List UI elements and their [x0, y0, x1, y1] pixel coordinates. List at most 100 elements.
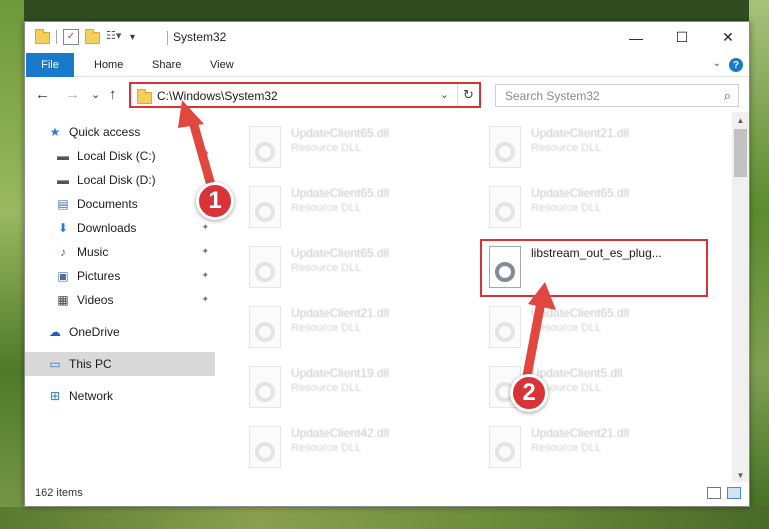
sidebar-item-label: Quick access [69, 125, 141, 139]
file-item[interactable]: UpdateClient65.dll Resource DLL [219, 240, 439, 290]
details-view-icon[interactable] [707, 487, 721, 499]
file-item[interactable]: UpdateClient5.dll Resource DLL [459, 360, 679, 410]
sidebar-item-network[interactable]: ⊞ Network [25, 384, 215, 408]
tab-file[interactable]: File [26, 53, 74, 77]
file-type: Resource DLL [531, 142, 602, 154]
file-type: Resource DLL [291, 202, 362, 214]
refresh-button[interactable]: ↻ [457, 84, 479, 106]
sidebar-item-label: This PC [69, 357, 112, 371]
target-file-highlight [480, 239, 708, 297]
file-item[interactable]: UpdateClient65.dll Resource DLL [219, 120, 439, 170]
customize-toolbar-icon[interactable]: ☷▾ [106, 29, 122, 45]
status-bar: 162 items [25, 482, 749, 506]
vertical-scrollbar[interactable]: ▲ ▼ [732, 112, 749, 484]
sidebar-item-downloads[interactable]: ⬇ Downloads ✦ [25, 216, 215, 240]
minimize-button[interactable]: — [613, 22, 659, 53]
help-icon[interactable]: ? [729, 58, 743, 72]
expand-ribbon-icon[interactable]: ⌄ [713, 58, 721, 69]
file-list: UpdateClient65.dll Resource DLL UpdateCl… [219, 116, 733, 480]
gear-icon [255, 442, 275, 462]
sidebar-item-label: Videos [77, 293, 114, 307]
navigation-pane: ★ Quick access ▬ Local Disk (C:) 📌 ▬ Loc… [25, 118, 217, 478]
sidebar-item-label: OneDrive [69, 325, 120, 339]
properties-icon[interactable]: ✓ [63, 29, 79, 45]
back-button[interactable]: ← [35, 86, 50, 103]
window-title: System32 [173, 30, 227, 44]
sidebar-item-pictures[interactable]: ▣ Pictures ✦ [25, 264, 215, 288]
address-path[interactable]: C:\Windows\System32 [157, 89, 278, 103]
file-name: UpdateClient65.dll [531, 306, 630, 320]
gear-icon [495, 322, 515, 342]
download-icon: ⬇ [57, 221, 69, 235]
gear-icon [495, 442, 515, 462]
gear-icon [255, 142, 275, 162]
file-type: Resource DLL [531, 442, 602, 454]
file-item[interactable]: UpdateClient65.dll Resource DLL [459, 300, 679, 350]
file-item[interactable]: UpdateClient21.dll Resource DLL [459, 420, 679, 470]
desktop-background-left [0, 0, 24, 529]
sidebar-item-local-disk-c[interactable]: ▬ Local Disk (C:) 📌 [25, 144, 215, 168]
step-2-badge: 2 [510, 374, 548, 412]
step-1-badge: 1 [196, 182, 234, 220]
file-name: UpdateClient5.dll [531, 366, 623, 380]
gear-icon [495, 142, 515, 162]
recent-locations-button[interactable]: ⌄ [91, 88, 100, 101]
file-type: Resource DLL [531, 202, 602, 214]
tab-share[interactable]: Share [152, 53, 181, 77]
pictures-icon: ▣ [57, 269, 69, 283]
search-icon[interactable]: ⌕ [724, 88, 731, 104]
folder-icon [35, 29, 50, 44]
gear-icon [495, 202, 515, 222]
item-count: 162 items [35, 487, 83, 499]
sidebar-item-documents[interactable]: ▤ Documents [25, 192, 215, 216]
new-folder-icon[interactable] [85, 29, 100, 44]
title-bar: ✓ ☷▾ ▾ System32 — ☐ ✕ [25, 22, 749, 53]
tab-view[interactable]: View [210, 53, 234, 77]
address-dropdown-icon[interactable]: ⌄ [440, 88, 449, 101]
video-icon: ▦ [57, 293, 69, 307]
drive-icon: ▬ [57, 149, 69, 163]
sidebar-item-local-disk-d[interactable]: ▬ Local Disk (D:) [25, 168, 215, 192]
up-button[interactable]: ↑ [109, 86, 117, 103]
sidebar-item-label: Local Disk (C:) [77, 149, 156, 163]
toolbar-dropdown-icon[interactable]: ▾ [130, 32, 135, 43]
file-type: Resource DLL [291, 262, 362, 274]
file-item[interactable]: UpdateClient19.dll Resource DLL [219, 360, 439, 410]
address-bar[interactable]: C:\Windows\System32 ⌄ ↻ [129, 82, 481, 108]
gear-icon [255, 382, 275, 402]
file-item[interactable]: UpdateClient21.dll Resource DLL [219, 300, 439, 350]
sidebar-item-label: Pictures [77, 269, 121, 283]
cloud-icon: ☁ [49, 325, 61, 339]
maximize-button[interactable]: ☐ [659, 22, 705, 53]
file-name: UpdateClient42.dll [291, 426, 390, 440]
sidebar-item-this-pc[interactable]: ▭ This PC [25, 352, 215, 376]
sidebar-item-label: Network [69, 389, 114, 403]
close-button[interactable]: ✕ [705, 22, 751, 53]
desktop-background-right [749, 0, 769, 529]
file-name: UpdateClient21.dll [531, 126, 630, 140]
search-input[interactable]: Search System32 ⌕ [495, 84, 739, 107]
file-type: Resource DLL [291, 142, 362, 154]
file-item[interactable]: UpdateClient65.dll Resource DLL [219, 180, 439, 230]
file-item[interactable]: UpdateClient42.dll Resource DLL [219, 420, 439, 470]
sidebar-item-onedrive[interactable]: ☁ OneDrive [25, 320, 215, 344]
sidebar-item-music[interactable]: ♪ Music ✦ [25, 240, 215, 264]
scrollbar-thumb[interactable] [734, 129, 747, 177]
sidebar-item-videos[interactable]: ▦ Videos ✦ [25, 288, 215, 312]
forward-button[interactable]: → [65, 86, 80, 103]
file-item[interactable]: UpdateClient65.dll Resource DLL [459, 180, 679, 230]
scroll-up-icon[interactable]: ▲ [732, 112, 749, 129]
file-name: UpdateClient65.dll [531, 186, 630, 200]
file-item[interactable]: UpdateClient21.dll Resource DLL [459, 120, 679, 170]
pin-icon: ✦ [201, 270, 209, 280]
star-icon: ★ [49, 125, 61, 139]
pin-icon: 📌 [197, 150, 209, 160]
desktop-background-bottom [0, 507, 769, 529]
sidebar-item-quick-access[interactable]: ★ Quick access [25, 120, 215, 144]
ribbon-tabs: File Home Share View ⌄ ? [25, 53, 749, 77]
file-name: UpdateClient21.dll [291, 306, 390, 320]
gear-icon [255, 202, 275, 222]
large-icons-view-icon[interactable] [727, 487, 741, 499]
tab-home[interactable]: Home [94, 53, 123, 77]
quick-access-toolbar: ✓ ☷▾ ▾ [35, 29, 135, 45]
